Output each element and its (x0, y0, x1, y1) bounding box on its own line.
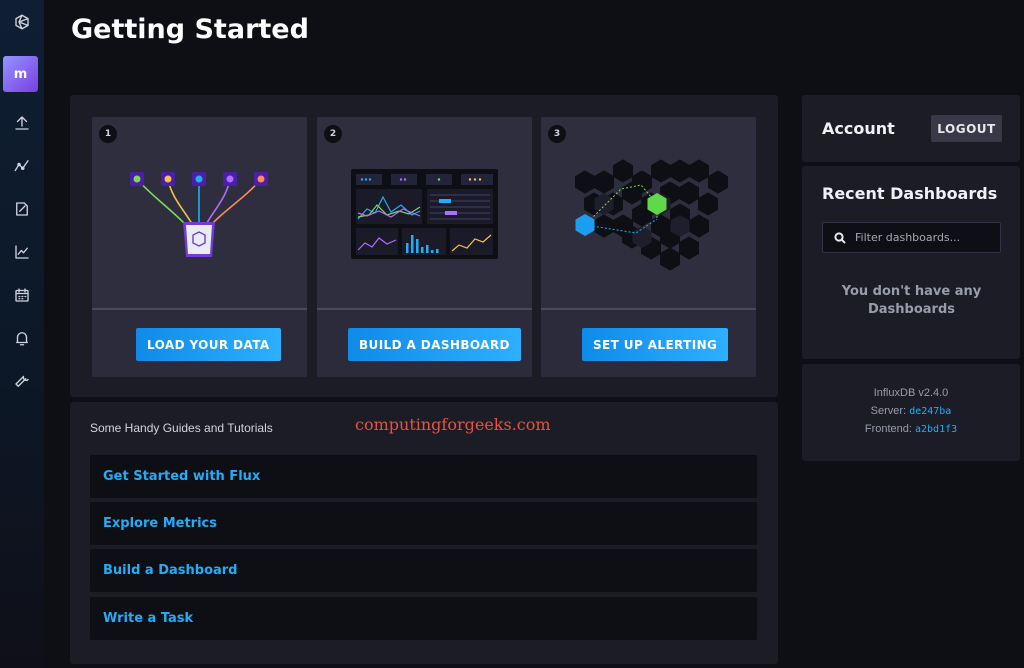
build-a-dashboard-button[interactable]: BUILD A DASHBOARD (348, 328, 521, 361)
server-version: Server: de247ba (802, 405, 1020, 417)
calendar-icon[interactable] (0, 277, 44, 313)
sidebar-nav: m (0, 0, 44, 668)
account-title: Account (822, 119, 895, 138)
filter-dashboards-field[interactable] (822, 222, 1001, 253)
recent-dashboards-panel: Recent Dashboards You don't have any Das… (802, 166, 1020, 359)
product-version: InfluxDB v2.4.0 (873, 387, 949, 399)
guide-link-flux[interactable]: Get Started with Flux (90, 455, 757, 498)
data-sources-illustration (92, 117, 307, 310)
guide-link-write-task[interactable]: Write a Task (90, 597, 757, 640)
recent-dashboards-title: Recent Dashboards (822, 184, 998, 203)
upload-icon[interactable] (0, 105, 44, 141)
frontend-version: Frontend: a2bd1f3 (802, 423, 1020, 435)
guide-link-build-dashboard[interactable]: Build a Dashboard (90, 549, 757, 592)
set-up-alerting-button[interactable]: SET UP ALERTING (582, 328, 729, 361)
filter-dashboards-input[interactable] (855, 223, 995, 252)
guides-panel: Some Handy Guides and Tutorials computin… (70, 402, 778, 664)
org-avatar[interactable]: m (3, 56, 38, 92)
guide-link-explore-metrics[interactable]: Explore Metrics (90, 502, 757, 545)
hexagon-alert-illustration (541, 117, 756, 310)
step-card-set-up-alerting: 3 SET UP ALERTING (541, 117, 756, 377)
frontend-label: Frontend: (864, 423, 912, 435)
chart-icon[interactable] (0, 234, 44, 270)
step-card-build-dashboard: 2 BUILD A DASHBOARD (317, 117, 532, 377)
page-title: Getting Started (71, 14, 309, 45)
server-label: Server: (870, 405, 907, 417)
getting-started-steps-panel: 1 LOAD YOUR DATA 2 BUILD A DASHBOARD 3 S… (70, 95, 778, 397)
account-panel: Account LOGOUT (802, 95, 1020, 162)
dashboard-preview-illustration (317, 117, 532, 310)
search-icon (834, 232, 846, 244)
step-number-badge: 1 (99, 125, 117, 143)
server-hash: de247ba (909, 406, 952, 417)
frontend-hash: a2bd1f3 (915, 424, 958, 435)
guides-heading: Some Handy Guides and Tutorials (90, 421, 273, 435)
version-info-panel: InfluxDB v2.4.0 Server: de247ba Frontend… (802, 364, 1020, 461)
influx-logo-icon[interactable] (0, 4, 44, 40)
step-number-badge: 2 (324, 125, 342, 143)
notebook-icon[interactable] (0, 191, 44, 227)
step-number-badge: 3 (548, 125, 566, 143)
empty-dashboards-message: You don't have any Dashboards (841, 284, 982, 317)
wrench-icon[interactable] (0, 363, 44, 399)
step-card-load-data: 1 LOAD YOUR DATA (92, 117, 307, 377)
logout-button[interactable]: LOGOUT (931, 115, 1002, 142)
data-explorer-icon[interactable] (0, 148, 44, 184)
bell-icon[interactable] (0, 320, 44, 356)
load-your-data-button[interactable]: LOAD YOUR DATA (136, 328, 281, 361)
watermark-text: computingforgeeks.com (355, 415, 551, 434)
